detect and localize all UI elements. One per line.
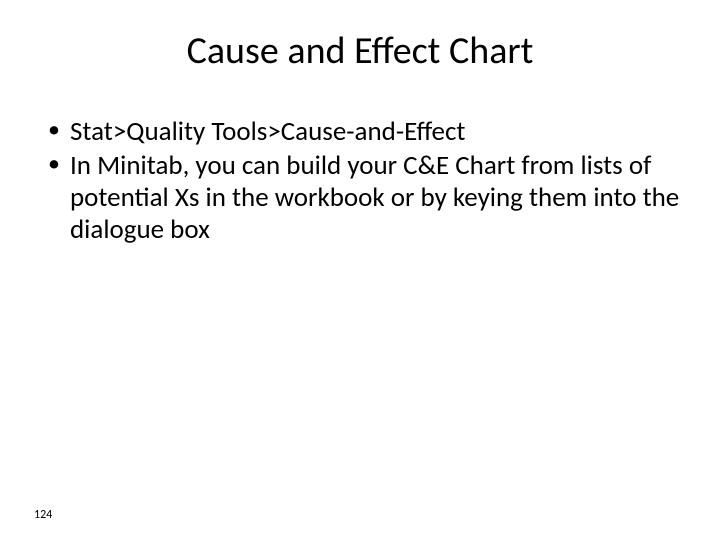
page-number: 124: [34, 508, 52, 522]
bullet-item: Stat>Quality Tools>Cause-and-Effect: [46, 116, 680, 148]
slide: Cause and Effect Chart Stat>Quality Tool…: [0, 0, 720, 540]
bullet-item: In Minitab, you can build your C&E Chart…: [46, 150, 680, 246]
bullet-list: Stat>Quality Tools>Cause-and-Effect In M…: [40, 116, 680, 245]
slide-title: Cause and Effect Chart: [40, 28, 680, 74]
